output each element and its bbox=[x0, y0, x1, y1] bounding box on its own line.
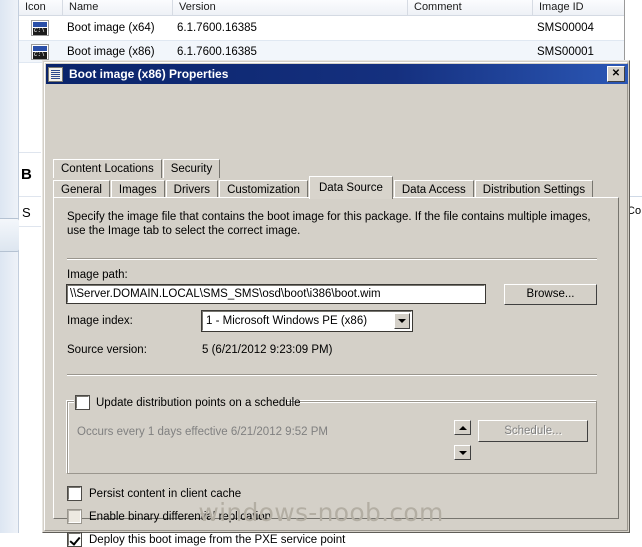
deploy-pxe-label: Deploy this boot image from the PXE serv… bbox=[89, 534, 346, 546]
column-header-comment[interactable]: Comment bbox=[408, 0, 533, 15]
detail-divider bbox=[19, 152, 41, 153]
data-source-panel: Specify the image file that contains the… bbox=[53, 197, 619, 547]
source-version-value: 5 (6/21/2012 9:23:09 PM) bbox=[202, 344, 333, 356]
column-header-icon[interactable]: Icon bbox=[19, 0, 63, 15]
update-on-schedule-label: Update distribution points on a schedule bbox=[96, 397, 301, 409]
boot-image-icon bbox=[31, 20, 49, 36]
deploy-pxe-checkbox[interactable] bbox=[67, 532, 82, 547]
console-left-nav-button[interactable] bbox=[0, 218, 20, 252]
update-on-schedule-checkbox[interactable] bbox=[75, 395, 90, 410]
image-path-input[interactable]: \\Server.DOMAIN.LOCAL\SMS_SMS\osd\boot\i… bbox=[66, 284, 486, 304]
browse-button[interactable]: Browse... bbox=[504, 284, 597, 305]
obscured-left-label-b: B bbox=[21, 166, 32, 183]
list-header-row: Icon Name Version Comment Image ID bbox=[19, 0, 624, 16]
column-header-name[interactable]: Name bbox=[63, 0, 173, 15]
tab-content-locations[interactable]: Content Locations bbox=[53, 159, 162, 178]
schedule-button[interactable]: Schedule... bbox=[478, 420, 588, 442]
panel-divider-mid bbox=[67, 374, 597, 376]
persist-content-checkbox[interactable] bbox=[67, 486, 82, 501]
persist-content-label: Persist content in client cache bbox=[89, 488, 242, 500]
boot-image-properties-dialog: Boot image (x86) Properties ✕ Content Lo… bbox=[42, 60, 630, 547]
tab-data-source[interactable]: Data Source bbox=[308, 176, 393, 199]
image-index-select[interactable]: 1 - Microsoft Windows PE (x86) bbox=[201, 310, 413, 332]
chevron-down-icon[interactable] bbox=[394, 313, 410, 329]
chevron-down-icon[interactable] bbox=[454, 445, 471, 460]
tab-security[interactable]: Security bbox=[162, 159, 221, 178]
cell-name: Boot image (x64) bbox=[67, 22, 155, 34]
source-version-label: Source version: bbox=[67, 344, 147, 356]
detail-divider bbox=[19, 226, 41, 227]
binary-differential-checkbox[interactable] bbox=[67, 509, 82, 524]
column-header-image-id[interactable]: Image ID bbox=[533, 0, 624, 15]
tab-control: Content Locations Security General Image… bbox=[53, 91, 621, 547]
panel-divider-top bbox=[67, 258, 597, 260]
cell-image-id: SMS00004 bbox=[537, 22, 594, 34]
chevron-up-icon[interactable] bbox=[454, 420, 471, 435]
table-row[interactable]: Boot image (x64) 6.1.7600.16385 SMS00004 bbox=[19, 17, 624, 40]
image-index-label: Image index: bbox=[67, 315, 133, 327]
properties-document-icon bbox=[48, 66, 63, 82]
dialog-title: Boot image (x86) Properties bbox=[69, 67, 229, 81]
obscured-left-label-s: S bbox=[22, 205, 31, 220]
image-path-label: Image path: bbox=[67, 269, 128, 281]
panel-description: Specify the image file that contains the… bbox=[67, 211, 591, 237]
close-icon[interactable]: ✕ bbox=[607, 66, 625, 82]
boot-image-icon bbox=[31, 44, 49, 60]
binary-differential-label: Enable binary differential replication bbox=[89, 511, 271, 523]
column-header-version[interactable]: Version bbox=[173, 0, 408, 15]
image-index-value: 1 - Microsoft Windows PE (x86) bbox=[206, 315, 368, 327]
tab-strip-row-2: General Images Drivers Customization Dat… bbox=[53, 176, 594, 199]
cell-version: 6.1.7600.16385 bbox=[177, 22, 257, 34]
dialog-titlebar[interactable]: Boot image (x86) Properties ✕ bbox=[46, 64, 628, 84]
console-left-gutter bbox=[0, 0, 19, 533]
tab-strip-row-1: Content Locations Security bbox=[53, 157, 221, 178]
schedule-occurrence-text: Occurs every 1 days effective 6/21/2012 … bbox=[77, 426, 329, 438]
detail-divider bbox=[19, 196, 41, 197]
